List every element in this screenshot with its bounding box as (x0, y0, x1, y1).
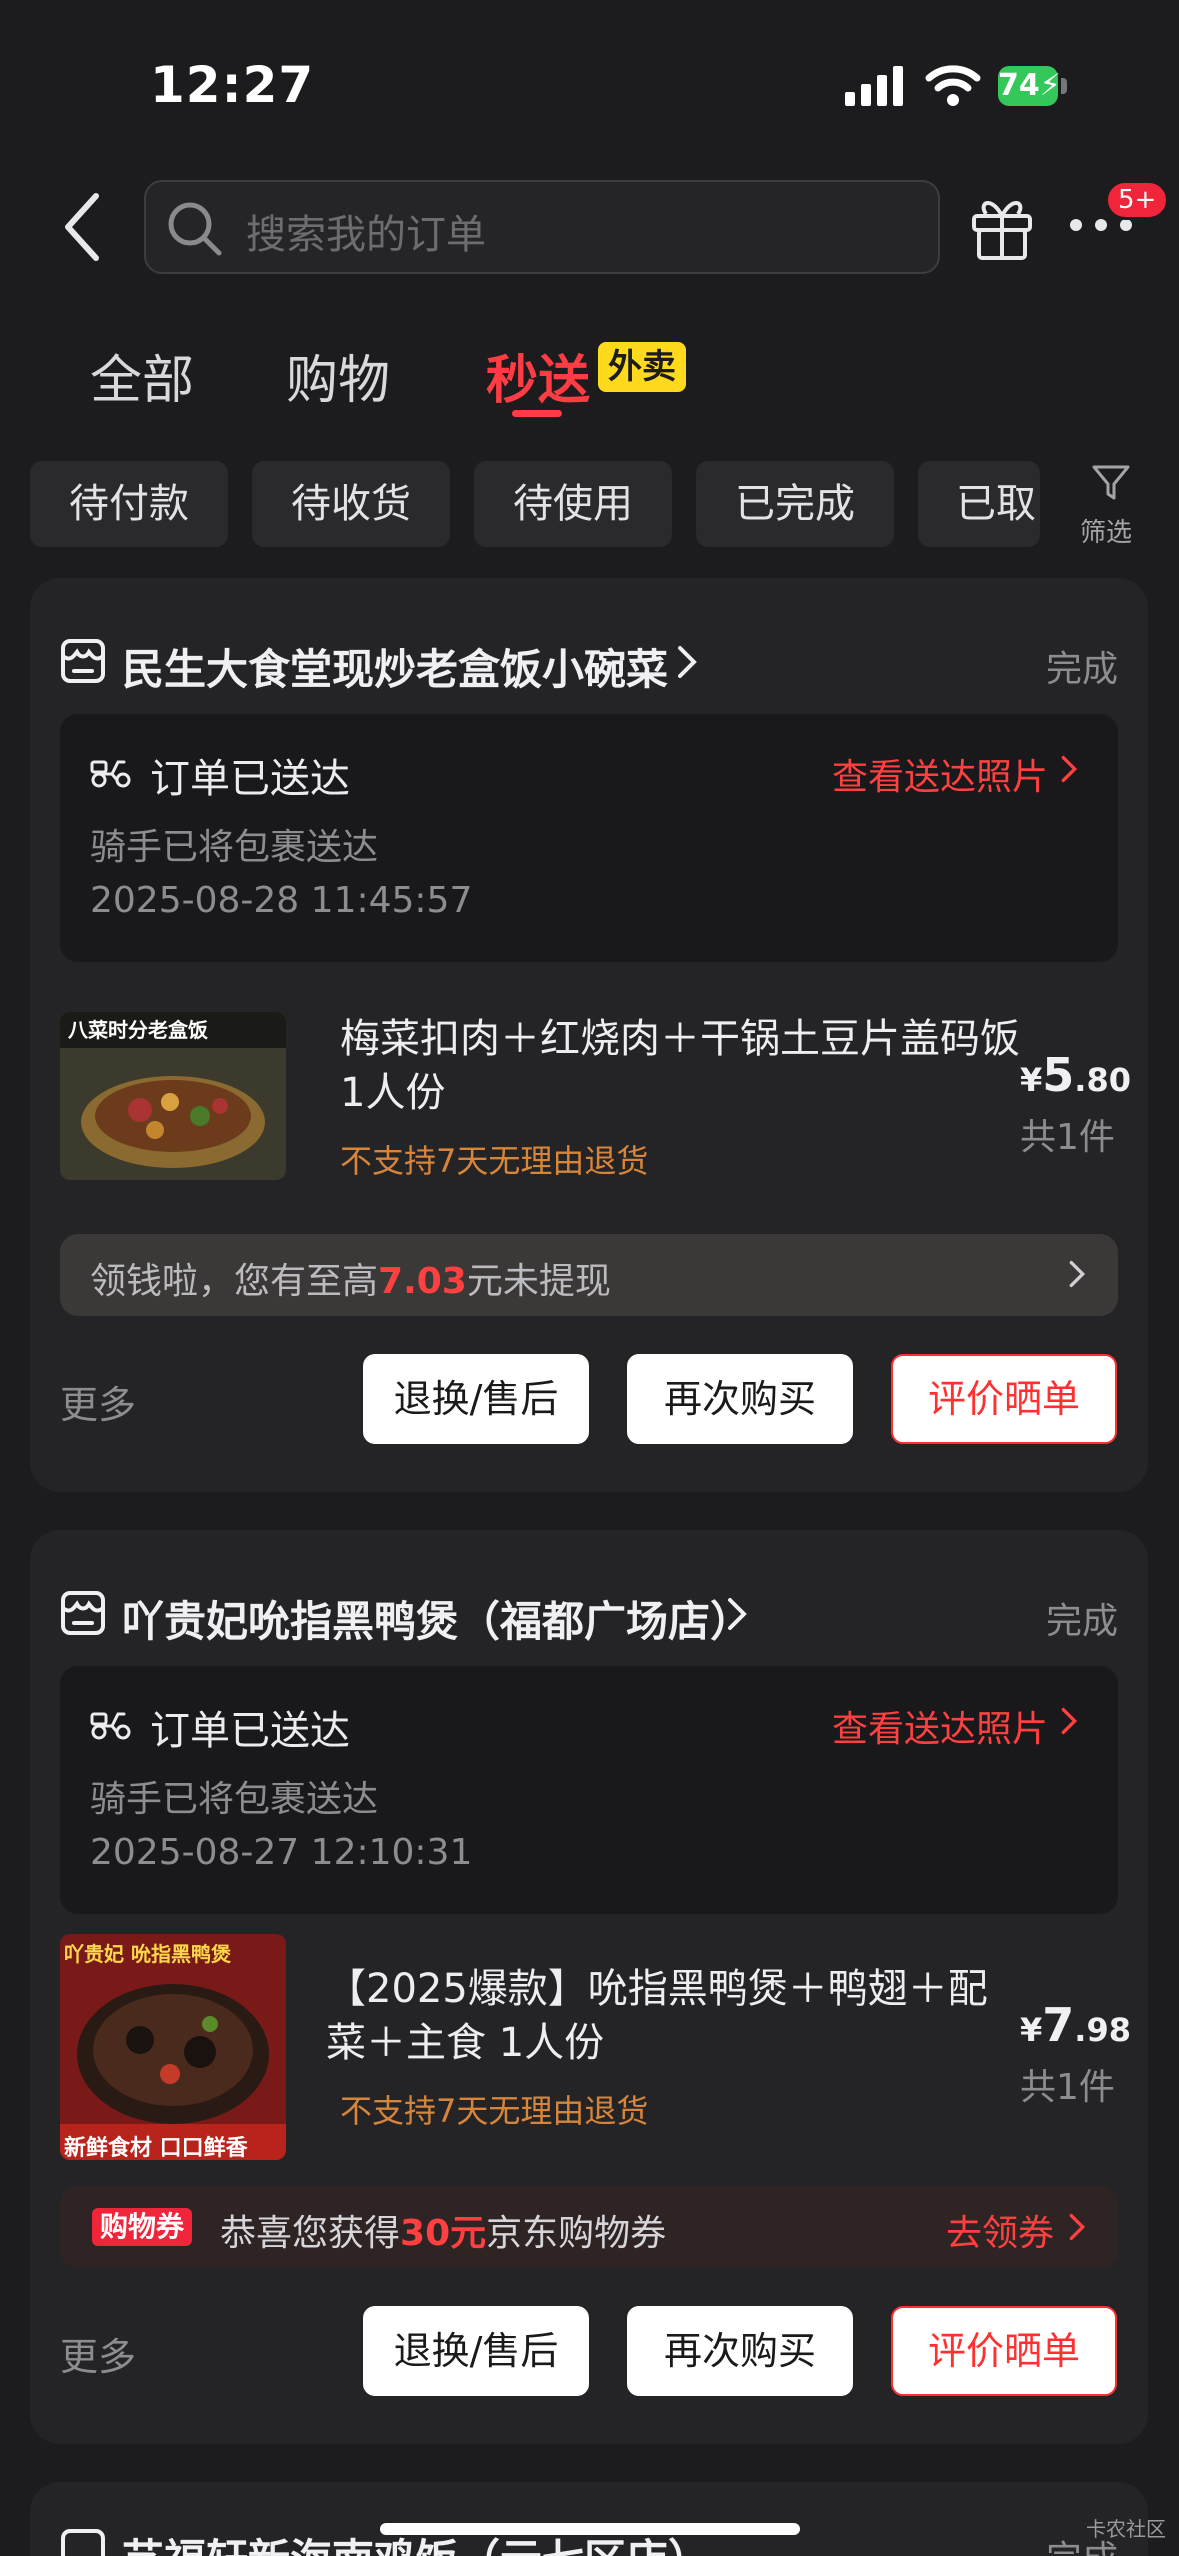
scooter-icon (90, 760, 131, 788)
tab-instant-delivery[interactable]: 秒送 (486, 338, 590, 413)
promo-post: 京东购物券 (486, 2213, 667, 2254)
takeout-tag: 外卖 (598, 342, 686, 392)
price-symbol: ¥ (1020, 2011, 1043, 2049)
item-price: ¥7.98 (1020, 1998, 1131, 2052)
more-actions[interactable]: 更多 (60, 2326, 136, 2381)
filter-funnel-icon[interactable] (1090, 462, 1132, 504)
coupon-promo-banner[interactable]: 购物券 恭喜您获得30元京东购物券 去领券 (60, 2186, 1118, 2268)
item-thumbnail[interactable]: 吖贵妃 吮指黑鸭煲 新鲜食材 口口鲜香 (60, 1934, 286, 2160)
no-return-notice: 不支持7天无理由退货 (340, 2092, 649, 2130)
order-card: 民生大食堂现炒老盒饭小碗菜 完成 订单已送达 查看送达照片 骑手已将包裹送达 2… (30, 578, 1148, 1492)
view-delivery-photo-link[interactable]: 查看送达照片 (832, 748, 1048, 800)
shop-name[interactable]: 民生大食堂现炒老盒饭小碗菜 (122, 636, 668, 697)
promo-pre: 领钱啦，您有至高 (90, 1261, 379, 1302)
more-actions[interactable]: 更多 (60, 1374, 136, 1429)
buy-again-button[interactable]: 再次购买 (627, 2306, 853, 2396)
order-card: 艺福轩新海南鸡饭（云七区店） 完成 (30, 2482, 1148, 2556)
delivery-status-title: 订单已送达 (150, 1708, 350, 1754)
notification-badge: 5+ (1105, 180, 1170, 220)
battery-indicator: 74⚡ (998, 66, 1061, 106)
claim-coupon-link[interactable]: 去领券 (946, 2204, 1054, 2256)
price-decimal: .80 (1074, 1061, 1131, 1099)
return-service-button[interactable]: 退换/售后 (363, 1354, 589, 1444)
wifi-icon (925, 65, 981, 106)
delivery-time: 2025-08-27 12:10:31 (90, 1832, 473, 1873)
item-title[interactable]: 梅菜扣肉＋红烧肉＋干锅土豆片盖码饭 1人份 (340, 1012, 1020, 1120)
watermark: 卡农社区 (1086, 2517, 1166, 2541)
price-integer: 7 (1042, 1998, 1075, 2052)
return-service-button[interactable]: 退换/售后 (363, 2306, 589, 2396)
promo-text: 恭喜您获得30元京东购物券 (220, 2204, 666, 2256)
promo-text: 领钱啦，您有至高7.03元未提现 (90, 1252, 611, 1304)
view-delivery-photo-link[interactable]: 查看送达照片 (832, 1700, 1048, 1752)
thumb-caption: 八菜时分老盒饭 (68, 1018, 208, 1042)
back-arrow-icon[interactable] (62, 192, 102, 262)
home-indicator[interactable] (380, 2523, 800, 2535)
tab-all[interactable]: 全部 (90, 338, 194, 413)
battery-level: 74 (998, 68, 1040, 103)
filter-chip-pending-use[interactable]: 待使用 (474, 461, 672, 547)
delivery-status-title: 订单已送达 (150, 756, 350, 802)
item-thumbnail[interactable]: 八菜时分老盒饭 (60, 1012, 286, 1180)
price-integer: 5 (1042, 1048, 1075, 1102)
scooter-icon (90, 1712, 131, 1740)
shop-icon (61, 639, 105, 683)
promo-pre: 恭喜您获得 (220, 2213, 401, 2254)
review-button[interactable]: 评价晒单 (891, 2306, 1117, 2396)
coupon-tag: 购物券 (92, 2208, 193, 2246)
buy-again-button[interactable]: 再次购买 (627, 1354, 853, 1444)
filter-label[interactable]: 筛选 (1080, 512, 1132, 549)
item-quantity: 共1件 (1020, 1117, 1115, 1158)
shop-icon (61, 1591, 105, 1635)
shop-name[interactable]: 吖贵妃吮指黑鸭煲（福都广场店） (122, 1588, 752, 1649)
charging-bolt-icon: ⚡ (1039, 68, 1061, 103)
cellular-signal-icon (845, 66, 903, 106)
promo-amount: 30元 (400, 2213, 487, 2254)
delivery-info[interactable]: 订单已送达 查看送达照片 骑手已将包裹送达 2025-08-27 12:10:3… (60, 1666, 1118, 1914)
filter-chip-pending-payment[interactable]: 待付款 (30, 461, 228, 547)
search-input[interactable]: 搜索我的订单 (144, 180, 940, 274)
filter-chip-completed[interactable]: 已完成 (696, 461, 894, 547)
chevron-right-icon (678, 646, 697, 678)
delivery-subtitle: 骑手已将包裹送达 (90, 827, 379, 868)
shop-icon (61, 2529, 105, 2556)
item-title[interactable]: 【2025爆款】吮指黑鸭煲＋鸭翅＋配菜＋主食 1人份 (326, 1962, 1016, 2070)
delivery-info[interactable]: 订单已送达 查看送达照片 骑手已将包裹送达 2025-08-28 11:45:5… (60, 714, 1118, 962)
order-status: 完成 (1046, 1601, 1119, 1642)
chevron-right-icon (1069, 2213, 1086, 2241)
price-symbol: ¥ (1020, 1061, 1043, 1099)
chevron-right-icon (1061, 1707, 1078, 1735)
promo-amount: 7.03 (378, 1261, 467, 1302)
gift-icon[interactable] (970, 192, 1034, 262)
order-status: 完成 (1046, 649, 1119, 690)
no-return-notice: 不支持7天无理由退货 (340, 1142, 649, 1180)
status-time: 12:27 (150, 56, 315, 114)
battery-nub (1061, 78, 1067, 94)
food-photo (60, 1934, 286, 2160)
tab-shopping[interactable]: 购物 (286, 338, 390, 413)
price-decimal: .98 (1074, 2011, 1131, 2049)
delivery-time: 2025-08-28 11:45:57 (90, 880, 473, 921)
item-quantity: 共1件 (1020, 2067, 1115, 2108)
search-icon (168, 202, 222, 256)
thumb-subcaption: 新鲜食材 口口鲜香 (64, 2136, 248, 2160)
promo-post: 元未提现 (466, 1261, 611, 1302)
order-card: 吖贵妃吮指黑鸭煲（福都广场店） 完成 订单已送达 查看送达照片 骑手已将包裹送达… (30, 1530, 1148, 2444)
cash-promo-banner[interactable]: 领钱啦，您有至高7.03元未提现 (60, 1234, 1118, 1316)
review-button[interactable]: 评价晒单 (891, 1354, 1117, 1444)
chevron-right-icon (728, 1598, 747, 1630)
search-placeholder: 搜索我的订单 (246, 212, 486, 258)
filter-chip-pending-receipt[interactable]: 待收货 (252, 461, 450, 547)
chevron-right-icon (1061, 755, 1078, 783)
filter-chip-cancelled[interactable]: 已取 (918, 461, 1040, 547)
delivery-subtitle: 骑手已将包裹送达 (90, 1779, 379, 1820)
item-price: ¥5.80 (1020, 1048, 1131, 1102)
active-tab-indicator (512, 410, 562, 417)
thumb-caption: 吖贵妃 吮指黑鸭煲 (64, 1942, 231, 1966)
chevron-right-icon (1069, 1260, 1086, 1288)
